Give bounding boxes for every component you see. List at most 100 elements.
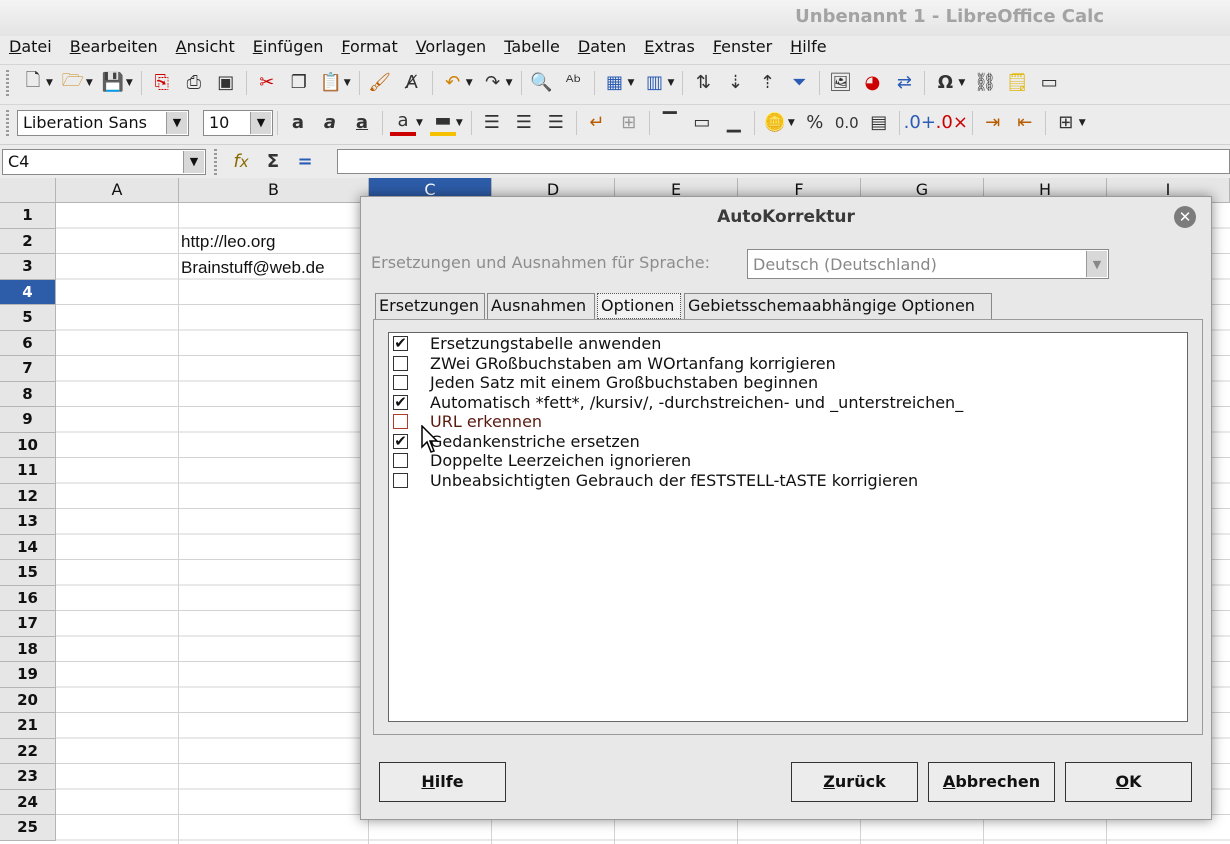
checkbox[interactable]: ✔: [393, 336, 408, 352]
menu-ansicht[interactable]: Ansicht: [167, 36, 244, 62]
row-icon[interactable]: ▦: [602, 70, 628, 96]
insert-chart-icon[interactable]: ◕: [859, 70, 885, 96]
row-header[interactable]: 2: [0, 228, 56, 254]
chevron-down-icon[interactable]: ▼: [166, 111, 187, 134]
chevron-down-icon[interactable]: ▼: [250, 111, 271, 134]
option-satzanfang-gross[interactable]: Jeden Satz mit einem Großbuchstaben begi…: [389, 373, 818, 393]
row-dropdown-icon[interactable]: ▼: [628, 78, 635, 88]
clone-formatting-icon[interactable]: 🖌: [367, 70, 393, 96]
row-header[interactable]: 8: [0, 381, 56, 407]
sort-icon[interactable]: ⇅: [690, 70, 716, 96]
date-format-icon[interactable]: ▤: [866, 110, 892, 136]
copy-icon[interactable]: ❐: [286, 70, 312, 96]
row-header[interactable]: 20: [0, 687, 56, 713]
row-header[interactable]: 12: [0, 483, 56, 509]
save-dropdown-icon[interactable]: ▼: [126, 78, 133, 88]
tab-ausnahmen[interactable]: Ausnahmen: [487, 293, 595, 319]
row-header[interactable]: 11: [0, 458, 56, 484]
align-left-icon[interactable]: ☰: [479, 110, 505, 136]
row-header[interactable]: 23: [0, 764, 56, 790]
cell-b2[interactable]: http://leo.org: [181, 232, 276, 252]
autofilter-icon[interactable]: ⏷: [786, 70, 812, 96]
hyperlink-icon[interactable]: ⛓: [972, 70, 998, 96]
menu-vorlagen[interactable]: Vorlagen: [407, 36, 495, 62]
name-box[interactable]: C4 ▼: [2, 148, 206, 175]
menu-datei[interactable]: Datei: [0, 36, 61, 62]
merge-cells-icon[interactable]: ⊞: [616, 110, 642, 136]
option-feststelltaste[interactable]: Unbeabsichtigten Gebrauch der fESTSTELL-…: [389, 471, 918, 491]
align-right-icon[interactable]: ☰: [543, 110, 569, 136]
menu-hilfe[interactable]: Hilfe: [781, 36, 835, 62]
cell-b3[interactable]: Brainstuff@web.de: [181, 258, 325, 278]
bold-icon[interactable]: a: [285, 110, 311, 136]
sort-descending-icon[interactable]: ⇣: [722, 70, 748, 96]
column-header[interactable]: A: [56, 178, 179, 203]
borders-icon[interactable]: ⊞: [1053, 110, 1079, 136]
background-color-dropdown-icon[interactable]: ▼: [456, 118, 463, 128]
sum-icon[interactable]: Σ: [260, 149, 286, 175]
row-header[interactable]: 18: [0, 636, 56, 662]
row-header[interactable]: 13: [0, 509, 56, 535]
align-bottom-icon[interactable]: ▁: [721, 110, 747, 136]
row-header[interactable]: 5: [0, 305, 56, 331]
row-header[interactable]: 15: [0, 560, 56, 586]
column-header[interactable]: B: [179, 178, 369, 203]
delete-decimal-icon[interactable]: .0×: [936, 110, 968, 136]
row-header[interactable]: 16: [0, 585, 56, 611]
back-button[interactable]: Zurück: [791, 762, 918, 802]
row-header[interactable]: 19: [0, 662, 56, 688]
checkbox[interactable]: [393, 472, 408, 488]
comment-icon[interactable]: 🗒: [1004, 70, 1030, 96]
find-replace-icon[interactable]: 🔍: [529, 70, 555, 96]
row-header[interactable]: 9: [0, 407, 56, 433]
special-character-dropdown-icon[interactable]: ▼: [958, 78, 965, 88]
menu-daten[interactable]: Daten: [569, 36, 635, 62]
font-size-combo[interactable]: 10 ▼: [203, 109, 273, 136]
print-preview-icon[interactable]: ▣: [213, 70, 239, 96]
add-decimal-icon[interactable]: .0+: [904, 110, 936, 136]
new-dropdown-icon[interactable]: ▼: [46, 78, 53, 88]
wrap-text-icon[interactable]: ↵: [584, 110, 610, 136]
option-ersetzungstabelle[interactable]: ✔ Ersetzungstabelle anwenden: [389, 334, 661, 354]
chevron-down-icon[interactable]: ▼: [1086, 251, 1107, 277]
language-select[interactable]: Deutsch (Deutschland) ▼: [747, 249, 1109, 279]
menu-fenster[interactable]: Fenster: [704, 36, 781, 62]
option-automatisch-fett[interactable]: ✔ Automatisch *fett*, /kursiv/, -durchst…: [389, 393, 963, 413]
column-dropdown-icon[interactable]: ▼: [667, 78, 674, 88]
font-name-combo[interactable]: Liberation Sans ▼: [17, 109, 189, 136]
formula-icon[interactable]: =: [292, 149, 318, 175]
row-header[interactable]: 10: [0, 432, 56, 458]
toolbar-grip[interactable]: [6, 69, 9, 96]
paste-icon[interactable]: 📋: [318, 70, 344, 96]
checkbox[interactable]: [393, 414, 408, 430]
clear-formatting-icon[interactable]: A̸: [399, 70, 425, 96]
menu-extras[interactable]: Extras: [635, 36, 704, 62]
column-icon[interactable]: ▥: [641, 70, 667, 96]
new-document-icon[interactable]: 🗋: [20, 70, 46, 96]
headers-footers-icon[interactable]: ▭: [1036, 70, 1062, 96]
sort-ascending-icon[interactable]: ⇡: [754, 70, 780, 96]
options-list[interactable]: ✔ Ersetzungstabelle anwenden ZWei GRoßbu…: [388, 332, 1188, 722]
row-header[interactable]: 4: [0, 279, 56, 305]
currency-format-icon[interactable]: 🪙: [762, 110, 788, 136]
row-header[interactable]: 14: [0, 534, 56, 560]
toolbar-grip[interactable]: [214, 148, 217, 175]
increase-indent-icon[interactable]: ⇥: [980, 110, 1006, 136]
align-top-icon[interactable]: ▔: [657, 110, 683, 136]
help-button[interactable]: Hilfe: [379, 762, 506, 802]
background-color-icon[interactable]: ▬: [429, 110, 456, 136]
decrease-indent-icon[interactable]: ⇤: [1012, 110, 1038, 136]
row-header[interactable]: 6: [0, 330, 56, 356]
checkbox[interactable]: [393, 375, 408, 391]
menu-tabelle[interactable]: Tabelle: [495, 36, 569, 62]
open-dropdown-icon[interactable]: ▼: [86, 78, 93, 88]
row-header[interactable]: 1: [0, 203, 56, 229]
italic-icon[interactable]: a: [317, 110, 343, 136]
borders-dropdown-icon[interactable]: ▼: [1079, 118, 1086, 128]
tab-ersetzungen[interactable]: Ersetzungen: [375, 293, 485, 319]
percent-format-icon[interactable]: %: [802, 110, 828, 136]
align-middle-icon[interactable]: ▭: [689, 110, 715, 136]
cut-icon[interactable]: ✂: [254, 70, 280, 96]
function-wizard-icon[interactable]: fx: [228, 149, 254, 175]
undo-dropdown-icon[interactable]: ▼: [466, 78, 473, 88]
